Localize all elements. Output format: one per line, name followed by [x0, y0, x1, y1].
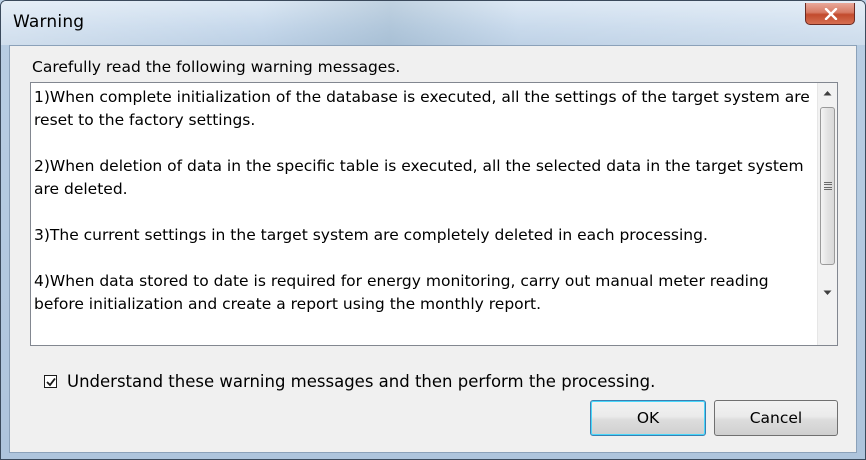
- scroll-down-button[interactable]: [818, 283, 837, 303]
- scroll-up-button[interactable]: [818, 83, 837, 103]
- confirm-checkbox[interactable]: [44, 375, 57, 388]
- warning-message: 3)The current settings in the target sys…: [34, 226, 708, 244]
- warning-message: 4)When data stored to date is required f…: [34, 272, 769, 313]
- close-x-icon: [824, 8, 838, 20]
- checkmark-icon: [46, 377, 56, 387]
- title-bar[interactable]: Warning: [1, 1, 865, 45]
- confirm-checkbox-row[interactable]: Understand these warning messages and th…: [44, 372, 655, 391]
- vertical-scrollbar[interactable]: [817, 83, 837, 345]
- warning-messages-list: 1)When complete initialization of the da…: [34, 86, 810, 343]
- scroll-grip-icon: [824, 182, 832, 190]
- scroll-up-arrow-icon: [823, 91, 832, 96]
- warning-message: 1)When complete initialization of the da…: [34, 88, 810, 129]
- close-button[interactable]: [805, 3, 855, 25]
- warning-messages-textbox[interactable]: 1)When complete initialization of the da…: [30, 82, 838, 346]
- dialog-content: Carefully read the following warning mes…: [9, 45, 857, 453]
- scroll-down-arrow-icon: [823, 290, 832, 295]
- warning-dialog: Warning Carefully read the following war…: [0, 0, 866, 460]
- scroll-thumb[interactable]: [820, 107, 835, 265]
- instruction-text: Carefully read the following warning mes…: [32, 58, 401, 76]
- warning-message: 2)When deletion of data in the specific …: [34, 157, 804, 198]
- confirm-checkbox-label[interactable]: Understand these warning messages and th…: [67, 372, 655, 391]
- ok-button[interactable]: OK: [590, 400, 706, 436]
- window-title: Warning: [13, 12, 85, 32]
- cancel-button[interactable]: Cancel: [714, 400, 838, 436]
